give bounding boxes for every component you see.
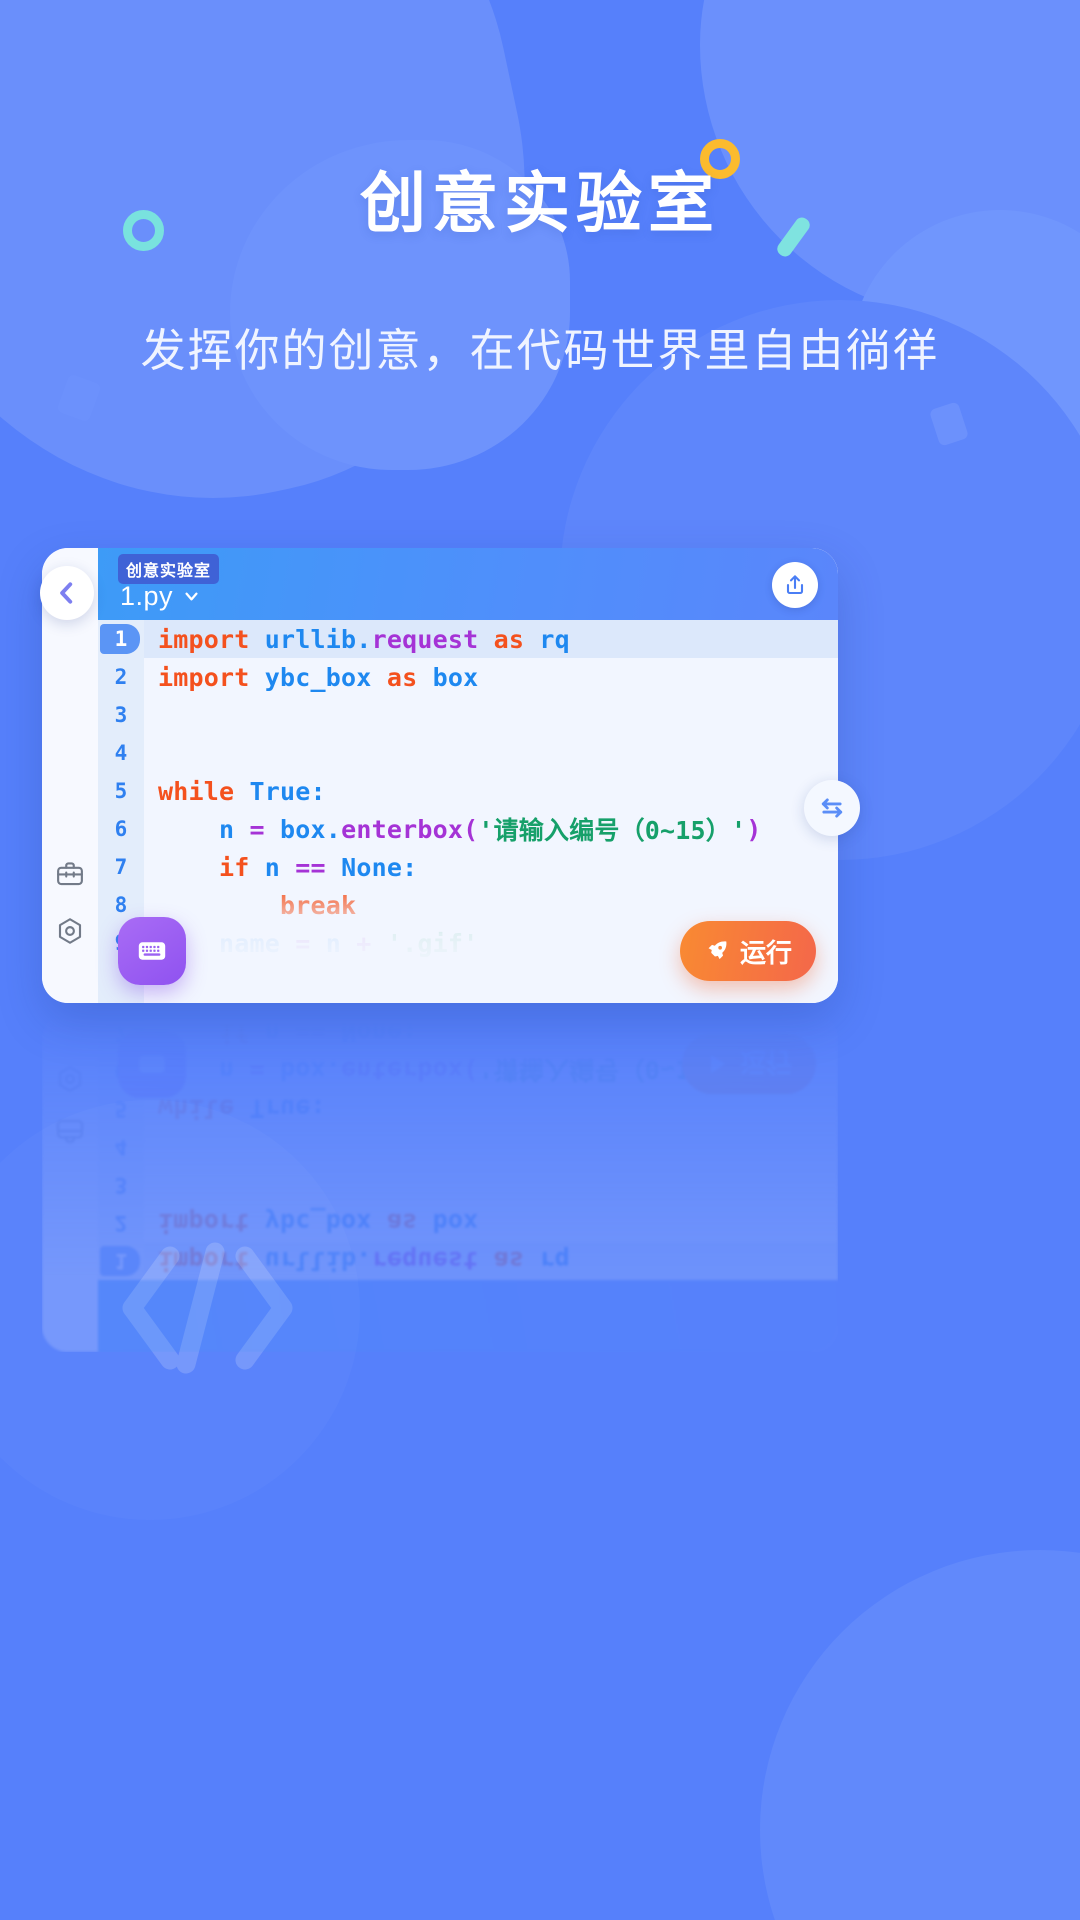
editor-main: 创意实验室 1.py 123456789 import urlli xyxy=(98,548,838,1003)
editor-tabbar: 创意实验室 1.py xyxy=(98,548,838,620)
line-number: 7 xyxy=(114,855,128,879)
code-line[interactable] xyxy=(144,1166,838,1204)
back-button[interactable] xyxy=(40,566,94,620)
rocket-icon xyxy=(708,941,727,960)
file-tab[interactable]: 1.py xyxy=(120,581,200,612)
code-line[interactable]: import urllib. request as rq xyxy=(144,1242,838,1280)
editor-reflection: 123456789 import urllib.request as rqimp… xyxy=(42,1012,838,1352)
run-button[interactable]: 运行 xyxy=(679,921,816,981)
editor-body: 创意实验室 1.py 123456789 import urlli xyxy=(42,548,838,1003)
code-line[interactable]: while True: xyxy=(144,1090,838,1128)
hero-section: 创意实验室 发挥你的创意，在代码世界里自由徜徉 xyxy=(0,150,1080,379)
swap-horizontal-icon xyxy=(821,798,843,818)
code-line[interactable]: import ybc_box as box xyxy=(144,658,838,696)
code-line[interactable]: import ybc_box as box xyxy=(144,1204,838,1242)
line-number: 3 xyxy=(114,703,128,727)
line-number: 3 xyxy=(114,1173,128,1197)
keyboard-icon xyxy=(138,942,166,960)
line-number: 1 xyxy=(98,620,144,658)
settings-hex-icon[interactable] xyxy=(55,916,85,951)
code-line[interactable] xyxy=(144,696,838,734)
code-line[interactable]: break xyxy=(144,1012,838,1014)
file-tab-label: 1.py xyxy=(120,581,174,611)
bg-blob-6 xyxy=(760,1550,1080,1920)
run-button-label: 运行 xyxy=(739,937,792,968)
line-number: 2 xyxy=(114,1211,128,1235)
line-number: 4 xyxy=(114,741,128,765)
project-badge: 创意实验室 xyxy=(118,554,220,584)
swap-layout-button[interactable] xyxy=(804,780,860,836)
code-line[interactable] xyxy=(144,1128,838,1166)
chevron-left-icon xyxy=(60,582,73,604)
code-line[interactable]: if n == None: xyxy=(144,848,838,886)
code-line[interactable] xyxy=(144,734,838,772)
share-button[interactable] xyxy=(772,562,818,608)
code-line[interactable]: import urllib. request as rq xyxy=(144,620,838,658)
page-title: 创意实验室 xyxy=(360,166,720,240)
line-number: 6 xyxy=(114,817,128,841)
page-subtitle: 发挥你的创意，在代码世界里自由徜徉 xyxy=(140,325,940,376)
line-number: 2 xyxy=(114,665,128,689)
keyboard-button[interactable] xyxy=(118,917,186,985)
share-upload-icon xyxy=(786,575,804,595)
line-number: 4 xyxy=(114,1135,128,1159)
chevron-down-icon xyxy=(185,592,198,601)
code-editor-card: 创意实验室 1.py 123456789 import urlli xyxy=(40,548,860,1003)
toolbox-icon[interactable] xyxy=(55,859,85,894)
code-line[interactable]: while True: xyxy=(144,772,838,810)
line-number: 1 xyxy=(98,1242,144,1280)
line-number: 8 xyxy=(98,1012,144,1014)
code-line[interactable]: break xyxy=(144,886,838,924)
line-number: 5 xyxy=(114,779,128,803)
code-line[interactable]: n = box.enterbox('请输入编号（0~15）') xyxy=(144,810,838,848)
